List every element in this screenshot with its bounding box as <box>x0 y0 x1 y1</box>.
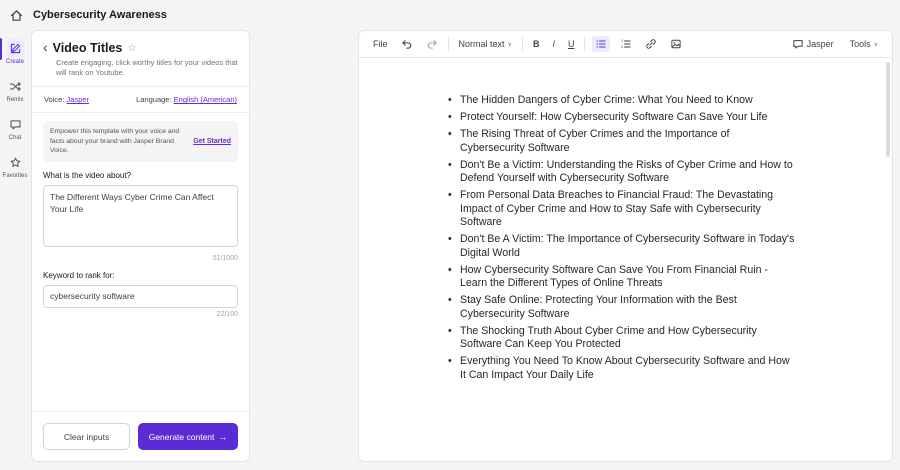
title-item: Don't Be a Victim: Understanding the Ris… <box>447 159 797 186</box>
about-field-label: What is the video about? <box>43 171 238 180</box>
editor-content[interactable]: The Hidden Dangers of Cyber Crime: What … <box>359 58 892 461</box>
brand-voice-text: Empower this template with your voice an… <box>50 127 185 156</box>
chevron-down-icon: ∨ <box>874 41 878 48</box>
toolbar-separator <box>584 37 585 51</box>
file-menu[interactable]: File <box>370 37 391 51</box>
tools-dropdown[interactable]: Tools ∨ <box>847 37 881 51</box>
image-button[interactable] <box>667 36 685 52</box>
voice-link[interactable]: Jasper <box>67 95 90 104</box>
title-item: The Shocking Truth About Cyber Crime and… <box>447 325 797 352</box>
italic-button[interactable]: I <box>549 37 558 51</box>
sidebar-rail: Create Remix Chat Favor <box>0 30 30 470</box>
title-item: Don't Be A Victim: The Importance of Cyb… <box>447 233 797 260</box>
language-link[interactable]: English (American) <box>174 95 237 104</box>
toolbar-separator <box>448 37 449 51</box>
sidebar-item-label: Remix <box>6 97 23 103</box>
ordered-list-button[interactable]: 1 2 <box>617 36 635 52</box>
voice-label: Voice: <box>44 95 64 104</box>
generated-titles-list: The Hidden Dangers of Cyber Crime: What … <box>447 94 797 382</box>
app-root: Cybersecurity Awareness Create Remix <box>0 0 900 470</box>
language-group: Language: English (American) <box>136 95 237 104</box>
divider <box>32 112 249 113</box>
tools-label: Tools <box>850 39 871 49</box>
title-item: How Cybersecurity Software Can Save You … <box>447 264 797 291</box>
template-title: Video Titles <box>53 41 123 55</box>
keyword-char-counter: 22/100 <box>43 311 238 318</box>
underline-button[interactable]: U <box>565 37 578 51</box>
editor-toolbar: File Normal text ∨ B I U <box>359 31 892 58</box>
title-item: The Hidden Dangers of Cyber Crime: What … <box>447 94 797 108</box>
chat-icon <box>6 115 24 133</box>
favorite-star-icon[interactable]: ☆ <box>127 43 136 54</box>
document-title: Cybersecurity Awareness <box>33 9 167 21</box>
svg-text:2: 2 <box>622 45 624 49</box>
title-item: Protect Yourself: How Cybersecurity Soft… <box>447 111 797 125</box>
sidebar-item-remix[interactable]: Remix <box>0 74 30 106</box>
sidebar-item-label: Chat <box>9 135 22 141</box>
editor-scrollbar[interactable] <box>886 62 890 157</box>
title-item: The Rising Threat of Cyber Crimes and th… <box>447 128 797 155</box>
jasper-label: Jasper <box>807 39 834 49</box>
voice-group: Voice: Jasper <box>44 95 89 104</box>
keyword-field-label: Keyword to rank for: <box>43 271 238 280</box>
jasper-icon <box>792 38 804 50</box>
sidebar-item-label: Favorites <box>3 173 28 179</box>
link-button[interactable] <box>642 36 660 52</box>
clear-inputs-button[interactable]: Clear inputs <box>43 423 130 450</box>
template-form-panel: ‹ Video Titles ☆ Create engaging, click … <box>31 30 250 462</box>
jasper-assistant-button[interactable]: Jasper <box>789 36 837 52</box>
title-item: From Personal Data Breaches to Financial… <box>447 189 797 230</box>
create-icon <box>6 39 24 57</box>
paragraph-style-value: Normal text <box>459 39 505 49</box>
voice-language-row: Voice: Jasper Language: English (America… <box>43 87 238 112</box>
svg-text:1: 1 <box>622 39 624 43</box>
redo-icon[interactable] <box>423 36 441 52</box>
sidebar-item-favorites[interactable]: Favorites <box>0 150 30 182</box>
generate-content-label: Generate content <box>149 432 215 442</box>
sidebar-item-label: Create <box>6 59 24 65</box>
title-item: Everything You Need To Know About Cybers… <box>447 355 797 382</box>
bold-button[interactable]: B <box>530 37 543 51</box>
arrow-right-icon: → <box>218 432 227 442</box>
about-char-counter: 51/1000 <box>43 255 238 262</box>
keyword-input[interactable] <box>43 285 238 308</box>
generate-content-button[interactable]: Generate content → <box>138 423 238 450</box>
brand-voice-banner: Empower this template with your voice an… <box>43 121 238 162</box>
sidebar-item-create[interactable]: Create <box>0 36 30 68</box>
favorites-star-icon <box>6 153 24 171</box>
form-footer: Clear inputs Generate content → <box>32 411 249 461</box>
form-scroll-area: ‹ Video Titles ☆ Create engaging, click … <box>32 31 249 411</box>
bullet-list-button[interactable] <box>592 36 610 52</box>
get-started-link[interactable]: Get Started <box>193 138 231 145</box>
remix-icon <box>6 77 24 95</box>
paragraph-style-dropdown[interactable]: Normal text ∨ <box>456 37 515 51</box>
form-header: ‹ Video Titles ☆ <box>43 41 238 55</box>
toolbar-separator <box>522 37 523 51</box>
sidebar-item-chat[interactable]: Chat <box>0 112 30 144</box>
topbar: Cybersecurity Awareness <box>0 0 900 30</box>
chevron-down-icon: ∨ <box>508 41 512 48</box>
home-icon[interactable] <box>9 8 24 23</box>
editor-panel: File Normal text ∨ B I U <box>358 30 893 462</box>
about-textarea[interactable]: The Different Ways Cyber Crime Can Affec… <box>43 185 238 247</box>
template-description: Create engaging, click worthy titles for… <box>56 58 238 78</box>
back-button[interactable]: ‹ <box>43 40 48 54</box>
undo-icon[interactable] <box>398 36 416 52</box>
language-label: Language: <box>136 95 171 104</box>
toolbar-right-group: Jasper Tools ∨ <box>789 36 881 52</box>
title-item: Stay Safe Online: Protecting Your Inform… <box>447 294 797 321</box>
